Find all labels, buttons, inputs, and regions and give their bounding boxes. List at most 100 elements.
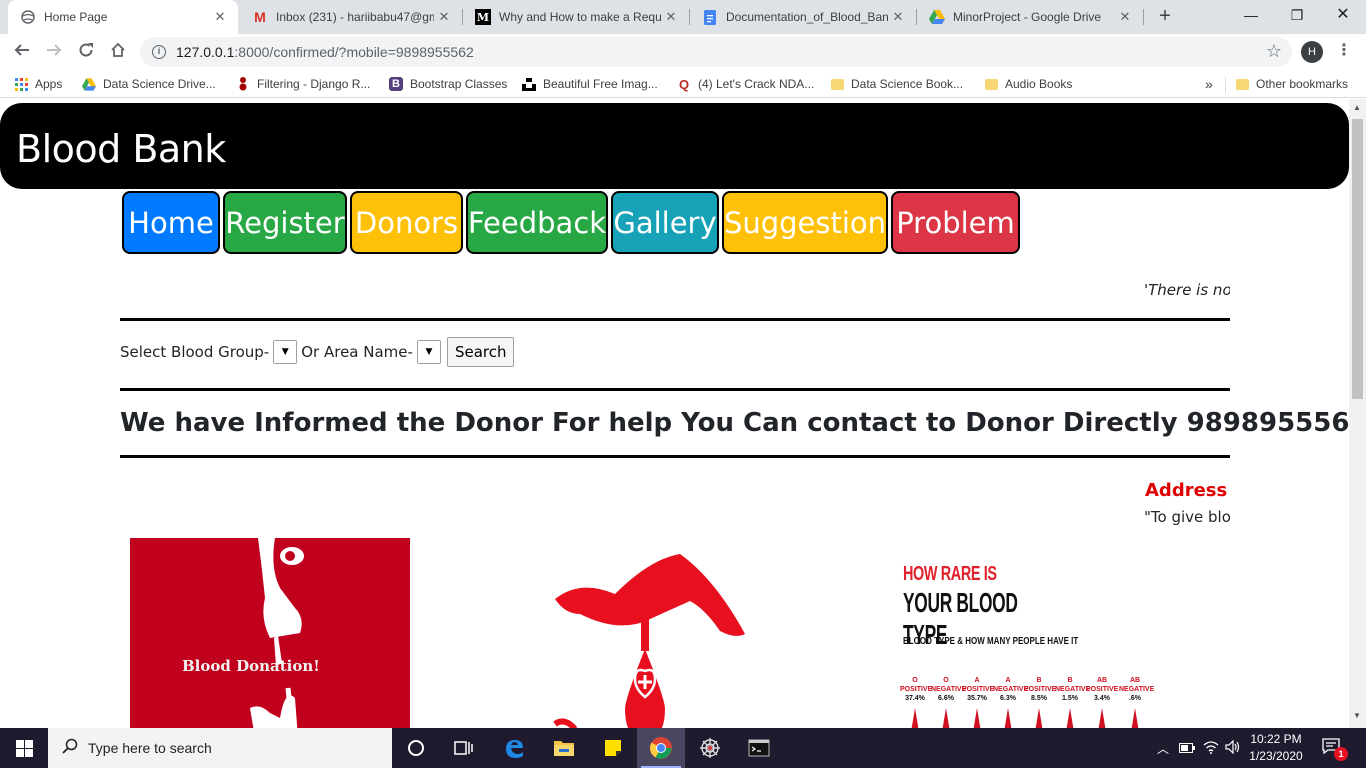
tab-gmail[interactable]: M Inbox (231) - hariibabu47@gm ✕: [240, 0, 462, 34]
minimize-button[interactable]: —: [1228, 0, 1274, 34]
task-view-button[interactable]: [440, 728, 488, 768]
folder-icon: [985, 78, 998, 90]
forward-button[interactable]: [40, 38, 68, 66]
chrome-button[interactable]: [637, 728, 685, 768]
medium-icon: M: [475, 9, 491, 25]
blood-drop-image: [540, 539, 760, 728]
bookmark-audio-books[interactable]: Audio Books: [985, 75, 1072, 93]
clock-time: 10:22 PM: [1250, 732, 1302, 746]
sticky-notes-button[interactable]: [589, 728, 637, 768]
battery-icon[interactable]: [1179, 741, 1196, 756]
tab-title: MinorProject - Google Drive: [953, 10, 1102, 24]
taskbar-search[interactable]: Type here to search: [48, 728, 392, 768]
site-title[interactable]: Blood Bank: [16, 127, 226, 171]
restore-button[interactable]: ❐: [1274, 0, 1320, 34]
bookmark-data-science-drive[interactable]: Data Science Drive...: [82, 75, 216, 93]
window-close-button[interactable]: ✕: [1320, 0, 1366, 34]
bookmark-label: Data Science Book...: [851, 77, 964, 91]
edge-icon: [506, 740, 523, 758]
bookmark-quora[interactable]: Q (4) Let's Crack NDA...: [677, 75, 814, 93]
edge-button[interactable]: [490, 728, 538, 768]
nav-home-button[interactable]: Home: [122, 191, 220, 254]
reload-icon: [79, 43, 93, 57]
taskbar-clock[interactable]: 10:22 PM 1/23/2020: [1244, 731, 1308, 765]
bookmark-bootstrap[interactable]: B Bootstrap Classes: [389, 75, 507, 93]
chrome-icon: [650, 737, 672, 759]
search-button[interactable]: Search: [446, 337, 515, 367]
star-icon[interactable]: ☆: [1266, 41, 1282, 62]
bookmark-apps[interactable]: Apps: [14, 75, 62, 93]
blood-type-item: O NEGATIVE 6.6%: [931, 677, 967, 702]
home-button[interactable]: [104, 38, 132, 66]
nav-register-button[interactable]: Register: [223, 191, 347, 254]
close-icon[interactable]: ✕: [1115, 9, 1135, 25]
back-button[interactable]: [8, 38, 36, 66]
nav-gallery-button[interactable]: Gallery: [611, 191, 719, 254]
nav-problem-button[interactable]: Problem: [891, 191, 1020, 254]
tab-separator: [1143, 9, 1144, 25]
bookmark-data-science-book[interactable]: Data Science Book...: [831, 75, 963, 93]
web-icon: [700, 738, 720, 758]
tab-docs[interactable]: Documentation_of_Blood_Bank ✕: [690, 0, 916, 34]
area-select[interactable]: ▼: [416, 340, 441, 364]
blood-type-item: A POSITIVE 35.7%: [962, 677, 995, 702]
profile-avatar[interactable]: H: [1301, 41, 1323, 63]
scroll-down-icon[interactable]: ▼: [1353, 711, 1361, 720]
nav-feedback-button[interactable]: Feedback: [466, 191, 608, 254]
close-icon[interactable]: ✕: [888, 9, 908, 25]
blood-type-item: O POSITIVE 37.4%: [900, 677, 933, 702]
scrollbar-thumb[interactable]: [1352, 119, 1363, 399]
tab-home-page[interactable]: Home Page ✕: [8, 0, 238, 34]
tab-strip: Home Page ✕ M Inbox (231) - hariibabu47@…: [0, 0, 1366, 34]
tab-drive[interactable]: MinorProject - Google Drive ✕: [917, 0, 1143, 34]
blood-type-infographic: HOW RARE IS YOUR BLOOD TYPE BLOOD TYPE &…: [900, 559, 1160, 728]
infographic-subtitle: BLOOD TYPE & HOW MANY PEOPLE HAVE IT: [903, 636, 1079, 647]
close-icon[interactable]: ✕: [434, 9, 454, 25]
other-bookmarks[interactable]: Other bookmarks: [1236, 75, 1348, 93]
quora-icon: Q: [678, 76, 690, 92]
volume-icon[interactable]: [1225, 739, 1241, 757]
blood-type-item: AB NEGATIVE .6%: [1119, 677, 1155, 702]
close-icon[interactable]: ✕: [210, 9, 230, 25]
terminal-button[interactable]: [735, 728, 783, 768]
wifi-icon[interactable]: [1203, 740, 1219, 757]
django-icon: [236, 77, 250, 91]
cortana-button[interactable]: [392, 728, 440, 768]
show-hidden-icons-icon[interactable]: ︿: [1157, 740, 1169, 757]
close-icon[interactable]: ✕: [661, 9, 681, 25]
address-bar[interactable]: i 127.0.0.1:8000/confirmed/?mobile=98989…: [140, 37, 1292, 67]
start-button[interactable]: [0, 728, 48, 768]
address-heading: Address C: [1145, 480, 1230, 501]
scroll-up-icon[interactable]: ▲: [1353, 103, 1361, 112]
nav-donors-button[interactable]: Donors: [350, 191, 463, 254]
terminal-icon: [748, 739, 770, 757]
cortana-icon: [408, 740, 424, 756]
bookmark-filtering-django[interactable]: Filtering - Django R...: [236, 75, 370, 93]
reload-button[interactable]: [72, 38, 100, 66]
more-bookmarks-button[interactable]: »: [1205, 75, 1213, 93]
bookmark-label: Audio Books: [1005, 77, 1073, 91]
arrow-right-icon: [47, 44, 62, 56]
page-scrollbar[interactable]: ▲ ▼: [1349, 99, 1366, 728]
bookmark-free-images[interactable]: Beautiful Free Imag...: [522, 75, 658, 93]
new-tab-button[interactable]: +: [1152, 4, 1178, 30]
taskbar-search-placeholder: Type here to search: [88, 740, 212, 756]
file-explorer-button[interactable]: [540, 728, 588, 768]
menu-icon[interactable]: ⋮: [1336, 40, 1352, 60]
tab-title: Inbox (231) - hariibabu47@gm: [276, 10, 434, 24]
apps-grid-icon: [14, 77, 28, 91]
tab-title: Documentation_of_Blood_Bank: [726, 10, 888, 24]
blood-donation-image: Blood Donation!: [130, 538, 410, 728]
task-view-icon: [454, 741, 473, 755]
blood-group-select[interactable]: ▼: [273, 340, 298, 364]
quote-marquee: 'There is no g: [1144, 281, 1230, 299]
url-text: 127.0.0.1:8000/confirmed/?mobile=9898955…: [176, 44, 474, 60]
action-center-button[interactable]: 1: [1322, 738, 1348, 761]
nav-suggestion-button[interactable]: Suggestion: [722, 191, 888, 254]
tab-title: Why and How to make a Requ: [499, 10, 661, 24]
tab-medium[interactable]: M Why and How to make a Requ ✕: [463, 0, 689, 34]
docs-icon: [702, 9, 718, 25]
info-icon[interactable]: i: [152, 45, 166, 59]
spider-app-button[interactable]: [686, 728, 734, 768]
globe-icon: [20, 9, 36, 25]
